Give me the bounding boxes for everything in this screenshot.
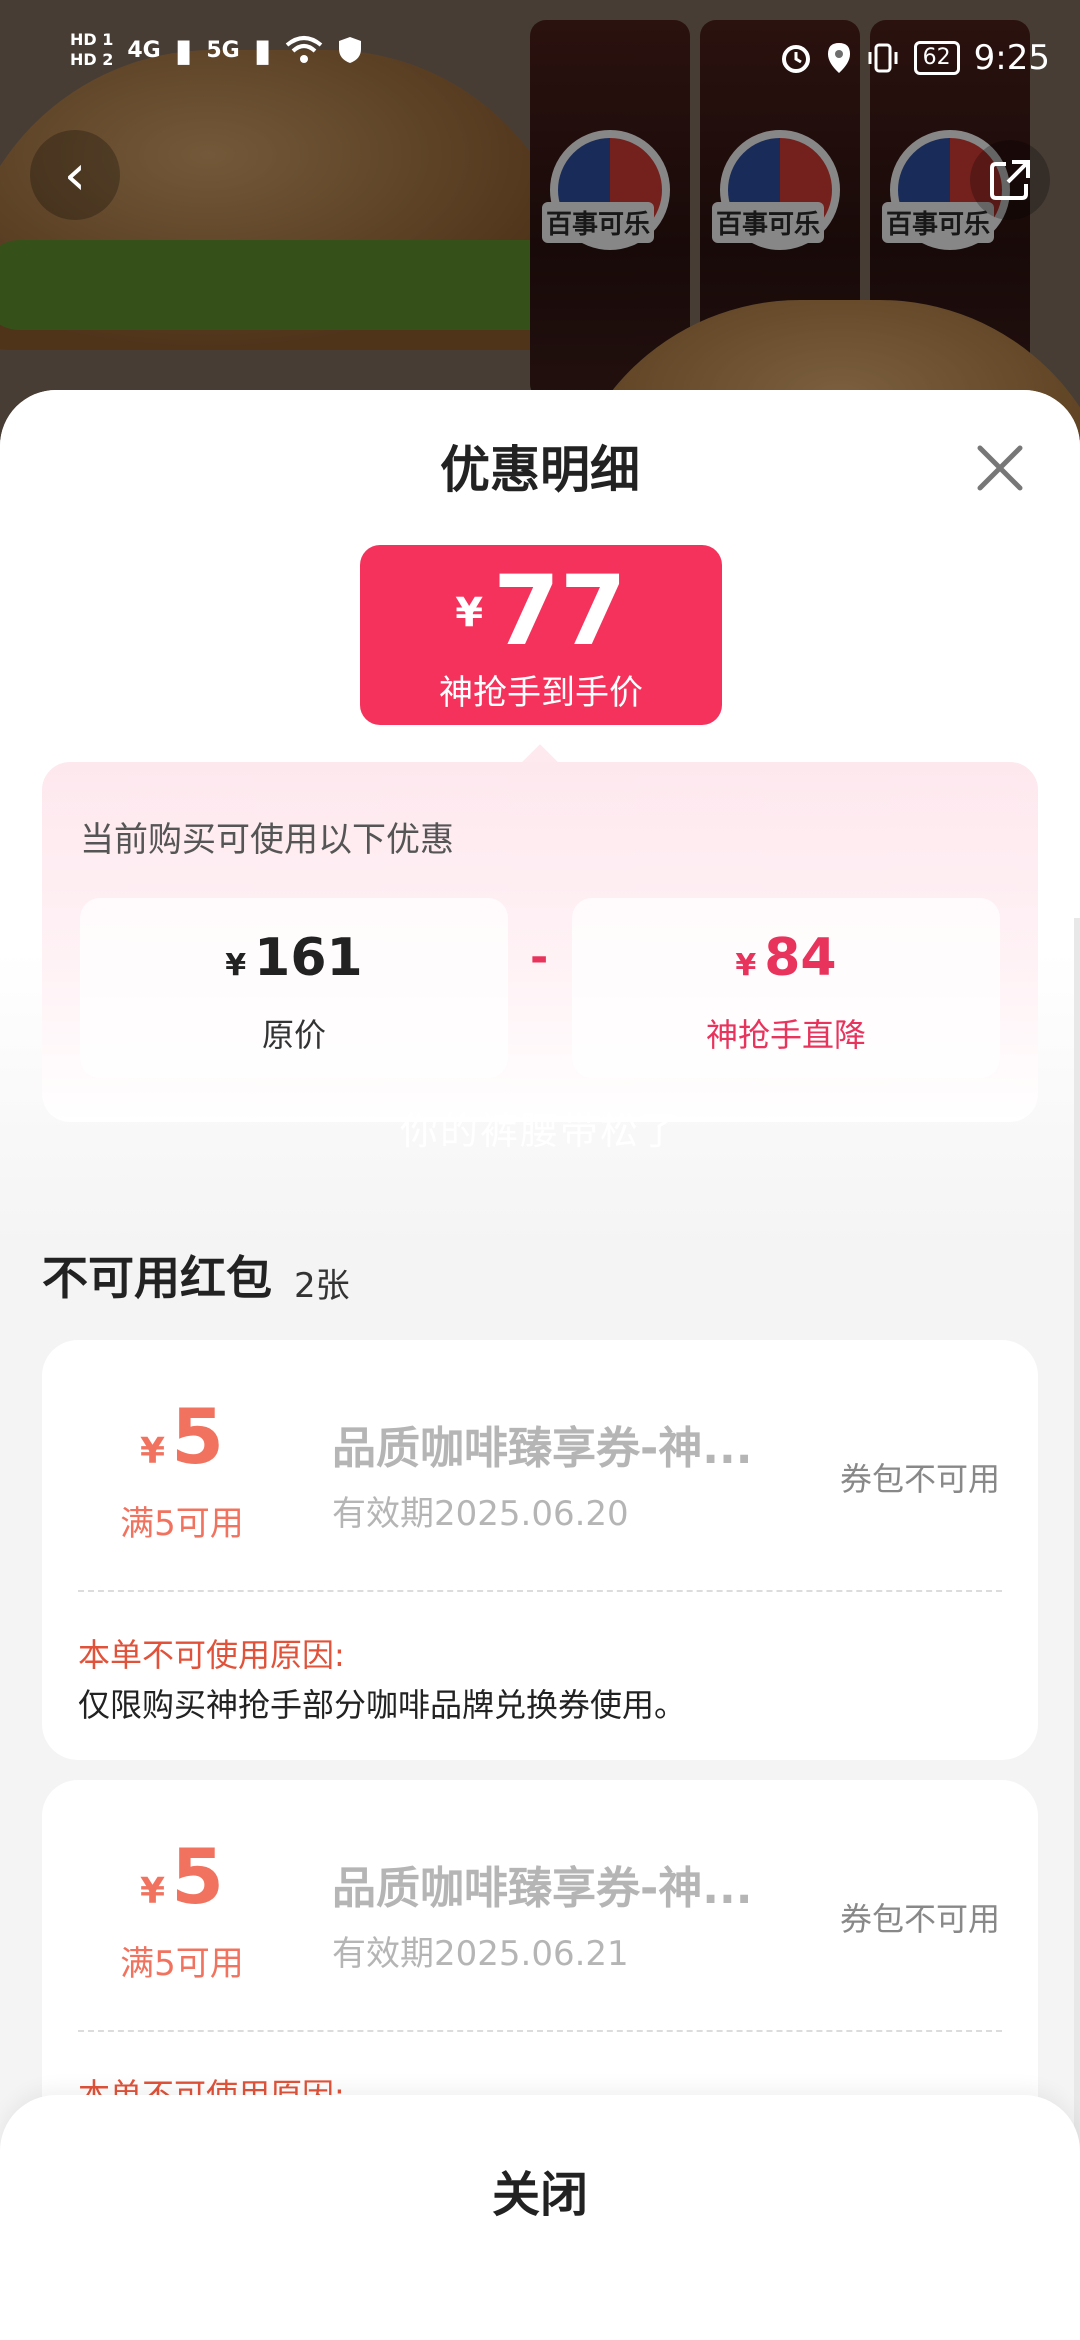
privacy-shield-icon: [339, 37, 362, 63]
currency-symbol: ¥: [140, 1431, 166, 1472]
hd1-label: HD 1: [70, 30, 114, 49]
vibrate-icon: [868, 43, 898, 73]
reduction-label: 神抢手直降: [705, 1016, 866, 1054]
coupon-amount: 5: [171, 1392, 224, 1481]
status-left: HD 1 HD 2 4G ▮ 5G ▮: [70, 30, 363, 70]
reason-title: 本单不可使用原因:: [78, 1636, 345, 1674]
hd2-label: HD 2: [70, 50, 114, 69]
currency-symbol: ¥: [140, 1871, 166, 1912]
share-icon: [990, 160, 1030, 200]
coupon-name: 品质咖啡臻享券-神...: [332, 1423, 753, 1474]
original-price-cell: ¥161 原价: [80, 898, 508, 1078]
currency-symbol: ¥: [225, 948, 247, 983]
close-icon-button[interactable]: [970, 438, 1030, 498]
back-button[interactable]: ‹: [30, 130, 120, 220]
reduction-price: ¥84: [572, 928, 1000, 988]
location-icon: [827, 43, 850, 73]
discount-summary: 当前购买可使用以下优惠 ¥161 原价 - ¥84 神抢手直降: [42, 762, 1038, 1122]
discount-hint: 当前购买可使用以下优惠: [80, 820, 454, 860]
coupon-divider: [78, 1590, 1002, 1592]
coupon-expiry: 有效期2025.06.21: [332, 1934, 629, 1974]
share-button[interactable]: [970, 140, 1050, 220]
original-price: ¥161: [80, 928, 508, 988]
coupon-state: 券包不可用: [839, 1900, 1000, 1938]
sheet-title: 优惠明细: [440, 441, 640, 499]
battery-indicator: 62: [913, 41, 960, 75]
signal-icon: ▮: [174, 31, 193, 69]
close-icon: [977, 445, 1023, 491]
network-4g-label: 4G: [127, 37, 161, 63]
coupon-value: ¥5: [102, 1392, 262, 1481]
signal-icon: ▮: [253, 31, 272, 69]
hd-indicator: HD 1 HD 2: [70, 30, 113, 70]
status-right: 62 9:25: [780, 38, 1050, 78]
discount-detail-sheet: 优惠明细 当前购买可使用以下优惠 ¥161 原价 - ¥84 神抢手直降 ¥77…: [0, 390, 1080, 2340]
bottom-action-bar: 关闭: [0, 2095, 1080, 2340]
network-5g-label: 5G: [206, 37, 240, 63]
alarm-icon: [781, 45, 810, 73]
coupon-name: 品质咖啡臻享券-神...: [332, 1863, 753, 1914]
coupon-expiry: 有效期2025.06.20: [332, 1494, 629, 1534]
coupon-card[interactable]: ¥5 满5可用 品质咖啡臻享券-神... 有效期2025.06.20 券包不可用…: [42, 1340, 1038, 1760]
coupon-amount: 5: [171, 1832, 224, 1921]
chevron-left-icon: ‹: [63, 142, 87, 208]
unusable-section-title: 不可用红包: [42, 1251, 272, 1305]
watermark-text: 你的裤腰带松了: [399, 1109, 680, 1153]
original-price-amount: 161: [254, 928, 363, 988]
coupon-condition: 满5可用: [120, 1504, 244, 1544]
clock: 9:25: [973, 38, 1050, 78]
reduction-amount: 84: [764, 928, 837, 988]
final-price-amount: 77: [493, 555, 627, 667]
coupon-divider: [78, 2030, 1002, 2032]
final-price-badge: ¥77 神抢手到手价: [360, 545, 722, 725]
coupon-condition: 满5可用: [120, 1944, 244, 1984]
wifi-icon: [286, 36, 323, 63]
final-price: ¥77: [360, 555, 722, 667]
original-price-label: 原价: [261, 1016, 326, 1054]
coupon-value: ¥5: [102, 1832, 262, 1921]
status-bar: HD 1 HD 2 4G ▮ 5G ▮ 62 9:25: [0, 0, 1080, 120]
coupon-state: 券包不可用: [839, 1460, 1000, 1498]
reduction-cell: ¥84 神抢手直降: [572, 898, 1000, 1078]
reason-text: 仅限购买神抢手部分咖啡品牌兑换券使用。: [78, 1686, 687, 1724]
currency-symbol: ¥: [455, 590, 484, 636]
unusable-count: 2张: [294, 1266, 350, 1306]
close-button[interactable]: 关闭: [0, 2155, 1080, 2225]
minus-sign: -: [530, 932, 549, 983]
currency-symbol: ¥: [735, 948, 757, 983]
final-price-label: 神抢手到手价: [439, 673, 643, 713]
